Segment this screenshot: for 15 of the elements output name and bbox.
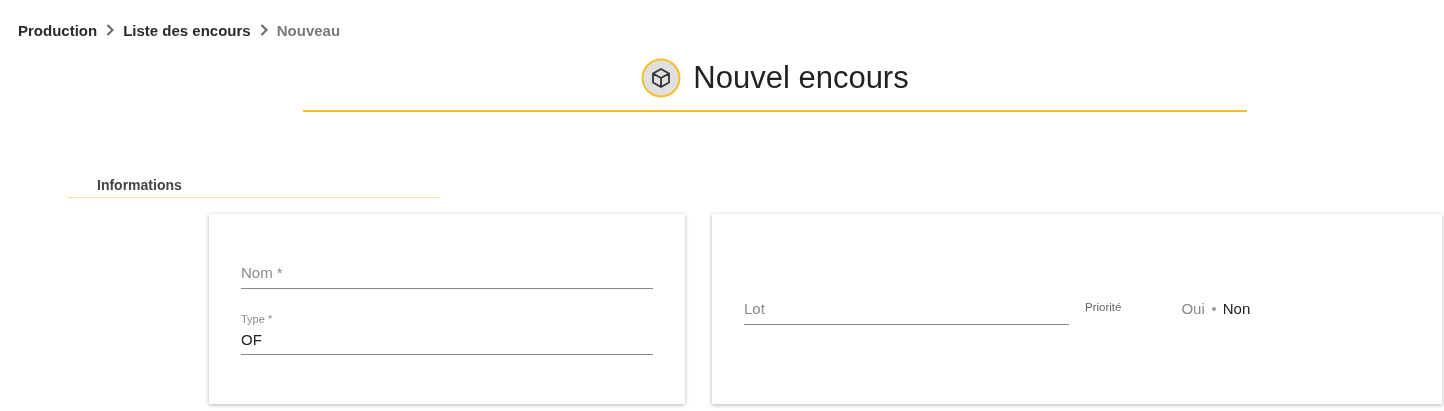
cube-icon <box>641 58 682 98</box>
priority-option[interactable]: Oui <box>1181 300 1205 317</box>
chevron-icon <box>106 24 115 36</box>
priority-label: Priorité <box>1085 301 1122 313</box>
breadcrumb-link[interactable]: Production <box>18 21 98 39</box>
priority-option[interactable]: Non <box>1222 300 1251 317</box>
lot-field[interactable]: Lot <box>744 296 1069 325</box>
breadcrumb-link[interactable]: Liste des encours <box>123 21 251 39</box>
page-title: Nouvel encours <box>693 59 909 97</box>
section-title: Informations <box>97 177 182 193</box>
separator-dot-icon <box>1211 306 1216 311</box>
chevron-icon <box>259 24 268 36</box>
type-field[interactable]: Type * OF <box>241 309 653 355</box>
breadcrumb-link[interactable]: Nouveau <box>276 21 341 39</box>
name-field[interactable]: Nom * <box>241 262 653 289</box>
